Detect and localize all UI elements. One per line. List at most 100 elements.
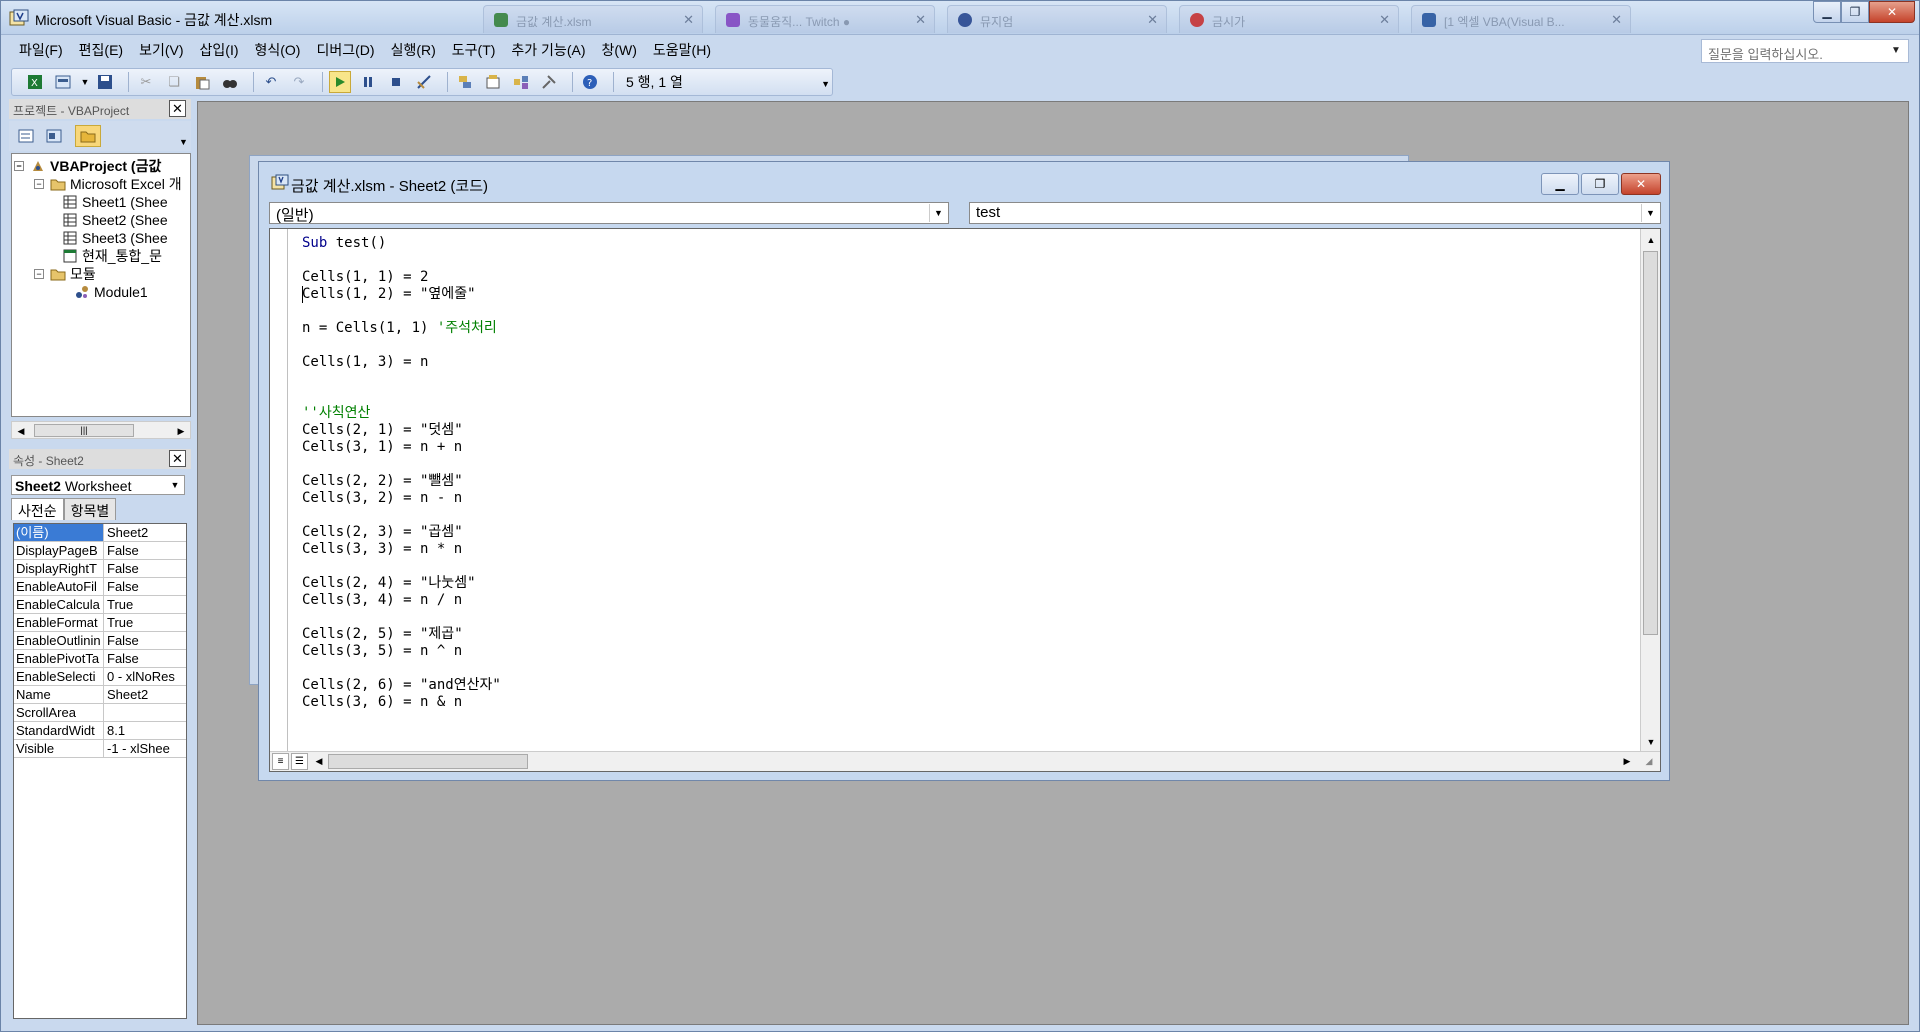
minimize-button[interactable]: ▁ (1541, 173, 1579, 195)
property-value[interactable]: 0 - xlNoRes (104, 668, 186, 686)
find-icon[interactable] (219, 71, 241, 93)
run-icon[interactable] (329, 71, 351, 93)
property-value[interactable]: Sheet2 (104, 686, 186, 704)
code-line[interactable] (302, 660, 501, 677)
scroll-right-icon[interactable]: ▶ (172, 422, 190, 440)
property-value[interactable]: True (104, 614, 186, 632)
tree-node-sheet2[interactable]: Sheet2 (Shee (62, 211, 168, 229)
code-line[interactable] (302, 609, 501, 626)
code-line[interactable]: Cells(2, 6) = "and연산자" (302, 677, 501, 694)
property-value[interactable]: False (104, 632, 186, 650)
chevron-down-icon[interactable]: ▼ (167, 477, 183, 493)
restore-button[interactable]: ❐ (1581, 173, 1619, 195)
menu-edit[interactable]: 편집(E) (71, 39, 131, 61)
property-row[interactable]: StandardWidt 8.1 (14, 722, 186, 740)
menu-tools[interactable]: 도구(T) (444, 39, 504, 61)
code-line[interactable]: n = Cells(1, 1) '주석처리 (302, 320, 501, 337)
code-line[interactable]: Cells(2, 1) = "덧셈" (302, 422, 501, 439)
close-icon[interactable]: ✕ (169, 100, 186, 117)
code-line[interactable]: Cells(3, 5) = n ^ n (302, 643, 501, 660)
property-row[interactable]: EnableSelecti 0 - xlNoRes (14, 668, 186, 686)
property-row[interactable]: EnableFormat True (14, 614, 186, 632)
close-button[interactable]: ✕ (1869, 1, 1915, 23)
code-line[interactable]: Cells(3, 4) = n / n (302, 592, 501, 609)
break-icon[interactable] (357, 71, 379, 93)
reset-icon[interactable] (385, 71, 407, 93)
property-row[interactable]: ScrollArea (14, 704, 186, 722)
object-selector[interactable]: Sheet2 Worksheet (11, 475, 185, 495)
toggle-folders-button[interactable] (75, 125, 101, 147)
tree-node-excel-objects[interactable]: − Microsoft Excel 개 (34, 175, 182, 193)
close-icon[interactable]: ✕ (683, 12, 694, 28)
code-line[interactable]: Cells(3, 1) = n + n (302, 439, 501, 456)
menu-view[interactable]: 보기(V) (131, 39, 191, 61)
property-value[interactable]: False (104, 578, 186, 596)
collapse-icon[interactable]: − (14, 161, 24, 171)
close-icon[interactable]: ✕ (915, 12, 926, 28)
scrollbar-thumb[interactable] (1643, 251, 1658, 635)
tree-node-workbook[interactable]: 현재_통합_문 (62, 247, 162, 265)
procedure-view-icon[interactable]: ≡ (272, 753, 289, 770)
code-text[interactable]: Sub test() Cells(1, 1) = 2 Cells(1, 2) = "… (302, 235, 501, 711)
menu-debug[interactable]: 디버그(D) (308, 39, 382, 61)
code-line[interactable]: Cells(2, 3) = "곱셈" (302, 524, 501, 541)
close-icon[interactable]: ✕ (169, 450, 186, 467)
save-icon[interactable] (94, 71, 116, 93)
property-row[interactable]: EnablePivotTa False (14, 650, 186, 668)
project-tree-hscrollbar[interactable]: ◀ ||| ▶ (11, 421, 191, 439)
code-editor[interactable]: Sub test() Cells(1, 1) = 2 Cells(1, 2) = "… (269, 228, 1661, 772)
full-module-view-icon[interactable]: ☰ (291, 753, 308, 770)
object-browser-icon[interactable] (510, 71, 532, 93)
menu-file[interactable]: 파일(F) (11, 39, 71, 61)
code-line[interactable]: Cells(3, 6) = n & n (302, 694, 501, 711)
chevron-down-icon[interactable]: ▼ (929, 204, 947, 222)
property-row[interactable]: EnableAutoFil False (14, 578, 186, 596)
insert-userform-icon[interactable] (52, 71, 74, 93)
property-value[interactable]: False (104, 650, 186, 668)
scrollbar-thumb[interactable] (328, 754, 528, 769)
undo-icon[interactable]: ↶ (260, 71, 282, 93)
code-vscrollbar[interactable]: ▲ ▼ (1640, 229, 1660, 753)
maximize-button[interactable]: ❐ (1841, 1, 1869, 23)
property-row[interactable]: (이름) Sheet2 (14, 524, 186, 542)
scroll-up-icon[interactable]: ▲ (1642, 231, 1660, 249)
close-icon[interactable]: ✕ (1611, 12, 1622, 28)
minimize-button[interactable]: ▁ (1813, 1, 1841, 23)
property-value[interactable]: 8.1 (104, 722, 186, 740)
code-line[interactable]: Cells(2, 4) = "나눗셈" (302, 575, 501, 592)
menu-addins[interactable]: 추가 기능(A) (503, 39, 593, 61)
menu-window[interactable]: 창(W) (593, 39, 644, 61)
copy-icon[interactable]: ❏ (163, 71, 185, 93)
menu-format[interactable]: 형식(O) (247, 39, 309, 61)
tab-alphabetic[interactable]: 사전순 (11, 498, 64, 520)
property-value[interactable]: False (104, 560, 186, 578)
close-icon[interactable]: ✕ (1147, 12, 1158, 28)
background-tab[interactable]: 뮤지엄 ✕ (947, 5, 1167, 33)
chevron-down-icon[interactable]: ▼ (1641, 204, 1659, 222)
code-line[interactable] (302, 558, 501, 575)
code-line[interactable] (302, 371, 501, 388)
paste-icon[interactable] (191, 71, 213, 93)
chevron-down-icon[interactable]: ▼ (1891, 45, 1901, 56)
code-line[interactable]: Cells(1, 1) = 2 (302, 269, 501, 286)
scroll-left-icon[interactable]: ◀ (310, 752, 328, 770)
chevron-down-icon[interactable]: ▼ (179, 137, 188, 147)
tab-categorized[interactable]: 항목별 (63, 498, 117, 520)
code-line[interactable]: Cells(3, 2) = n - n (302, 490, 501, 507)
code-line[interactable]: Cells(1, 2) = "옆에줄" (302, 286, 501, 303)
project-explorer-icon[interactable] (454, 71, 476, 93)
properties-window-icon[interactable] (482, 71, 504, 93)
cut-icon[interactable]: ✂ (135, 71, 157, 93)
property-row[interactable]: DisplayRightT False (14, 560, 186, 578)
object-combo[interactable]: (일반) ▼ (269, 202, 949, 224)
code-line[interactable] (302, 252, 501, 269)
help-search-input[interactable]: 질문을 입력하십시오. (1701, 39, 1909, 63)
procedure-combo[interactable]: test ▼ (969, 202, 1661, 224)
collapse-icon[interactable]: − (34, 269, 44, 279)
tree-node-vbaproject[interactable]: − VBAProject (금값 (14, 157, 161, 175)
scroll-down-icon[interactable]: ▼ (1642, 733, 1660, 751)
background-tab[interactable]: 금시가 ✕ (1179, 5, 1399, 33)
tree-node-sheet3[interactable]: Sheet3 (Shee (62, 229, 168, 247)
property-row[interactable]: Visible -1 - xlShee (14, 740, 186, 758)
view-code-button[interactable] (13, 125, 39, 147)
